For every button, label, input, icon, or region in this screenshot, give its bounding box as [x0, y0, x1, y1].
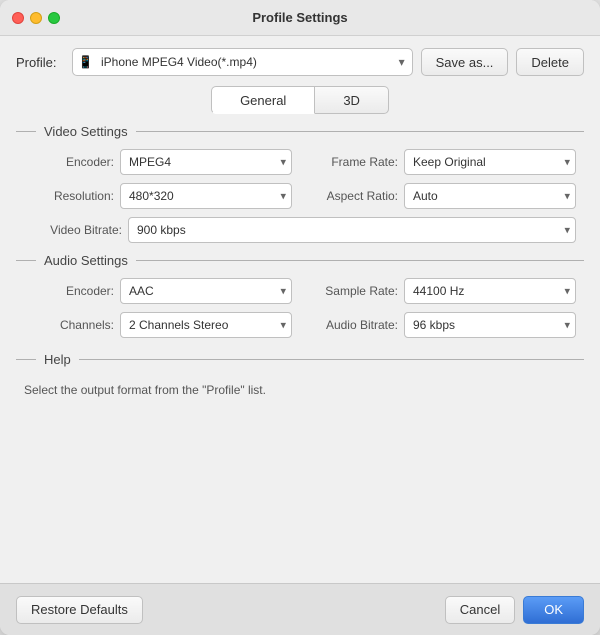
video-bitrate-select[interactable]: 900 kbps: [128, 217, 576, 243]
video-bitrate-label: Video Bitrate:: [32, 223, 122, 237]
audio-bitrate-label: Audio Bitrate:: [308, 318, 398, 332]
tab-3d[interactable]: 3D: [315, 86, 389, 114]
help-section-line-left: [16, 359, 36, 360]
aspect-ratio-field: Aspect Ratio: Auto: [308, 183, 576, 209]
delete-button[interactable]: Delete: [516, 48, 584, 76]
profile-settings-window: Profile Settings Profile: iPhone MPEG4 V…: [0, 0, 600, 635]
sample-rate-label: Sample Rate:: [308, 284, 398, 298]
restore-defaults-button[interactable]: Restore Defaults: [16, 596, 143, 624]
tab-general[interactable]: General: [211, 86, 315, 114]
main-content: Profile: iPhone MPEG4 Video(*.mp4) Save …: [0, 36, 600, 583]
aspect-ratio-select-wrapper: Auto: [404, 183, 576, 209]
sample-rate-field: Sample Rate: 44100 Hz: [308, 278, 576, 304]
encoder-label: Encoder:: [24, 155, 114, 169]
close-button[interactable]: [12, 12, 24, 24]
audio-section-line-left: [16, 260, 36, 261]
frame-rate-select-wrapper: Keep Original: [404, 149, 576, 175]
section-line-right: [136, 131, 584, 132]
audio-fields-grid: Encoder: AAC Sample Rate: 44100 Hz: [16, 278, 584, 338]
section-line-left: [16, 131, 36, 132]
sample-rate-select-wrapper: 44100 Hz: [404, 278, 576, 304]
audio-encoder-field: Encoder: AAC: [24, 278, 292, 304]
encoder-select[interactable]: MPEG4: [120, 149, 292, 175]
frame-rate-label: Frame Rate:: [308, 155, 398, 169]
titlebar: Profile Settings: [0, 0, 600, 36]
help-section: Help Select the output format from the "…: [16, 352, 584, 403]
audio-settings-section: Audio Settings Encoder: AAC Sample Rate:: [16, 253, 584, 338]
resolution-select-wrapper: 480*320: [120, 183, 292, 209]
maximize-button[interactable]: [48, 12, 60, 24]
help-header: Help: [16, 352, 584, 367]
channels-select[interactable]: 2 Channels Stereo: [120, 312, 292, 338]
cancel-button[interactable]: Cancel: [445, 596, 515, 624]
help-title: Help: [44, 352, 71, 367]
frame-rate-select[interactable]: Keep Original: [404, 149, 576, 175]
resolution-select[interactable]: 480*320: [120, 183, 292, 209]
audio-settings-title: Audio Settings: [44, 253, 128, 268]
bottom-bar: Restore Defaults Cancel OK: [0, 583, 600, 635]
profile-select-wrapper: iPhone MPEG4 Video(*.mp4): [72, 48, 413, 76]
aspect-ratio-label: Aspect Ratio:: [308, 189, 398, 203]
audio-bitrate-field: Audio Bitrate: 96 kbps: [308, 312, 576, 338]
channels-field: Channels: 2 Channels Stereo: [24, 312, 292, 338]
audio-encoder-select[interactable]: AAC: [120, 278, 292, 304]
audio-settings-header: Audio Settings: [16, 253, 584, 268]
video-settings-title: Video Settings: [44, 124, 128, 139]
save-as-button[interactable]: Save as...: [421, 48, 509, 76]
aspect-ratio-select[interactable]: Auto: [404, 183, 576, 209]
sample-rate-select[interactable]: 44100 Hz: [404, 278, 576, 304]
video-settings-section: Video Settings Encoder: MPEG4 Frame Rate…: [16, 124, 584, 243]
channels-select-wrapper: 2 Channels Stereo: [120, 312, 292, 338]
encoder-select-wrapper: MPEG4: [120, 149, 292, 175]
resolution-label: Resolution:: [24, 189, 114, 203]
profile-label: Profile:: [16, 55, 64, 70]
help-section-line-right: [79, 359, 584, 360]
help-text: Select the output format from the "Profi…: [16, 377, 584, 403]
ok-button[interactable]: OK: [523, 596, 584, 624]
audio-bitrate-select-wrapper: 96 kbps: [404, 312, 576, 338]
profile-row: Profile: iPhone MPEG4 Video(*.mp4) Save …: [16, 48, 584, 76]
frame-rate-field: Frame Rate: Keep Original: [308, 149, 576, 175]
video-fields-grid: Encoder: MPEG4 Frame Rate: Keep Original: [16, 149, 584, 209]
video-bitrate-field: Video Bitrate: 900 kbps: [16, 209, 584, 243]
audio-bitrate-select[interactable]: 96 kbps: [404, 312, 576, 338]
audio-encoder-select-wrapper: AAC: [120, 278, 292, 304]
minimize-button[interactable]: [30, 12, 42, 24]
audio-section-line-right: [136, 260, 584, 261]
profile-select[interactable]: iPhone MPEG4 Video(*.mp4): [72, 48, 413, 76]
channels-label: Channels:: [24, 318, 114, 332]
video-bitrate-select-wrapper: 900 kbps: [128, 217, 576, 243]
tabs-row: General 3D: [16, 86, 584, 114]
encoder-field: Encoder: MPEG4: [24, 149, 292, 175]
traffic-lights: [12, 12, 60, 24]
window-title: Profile Settings: [252, 10, 347, 25]
resolution-field: Resolution: 480*320: [24, 183, 292, 209]
video-settings-header: Video Settings: [16, 124, 584, 139]
audio-encoder-label: Encoder:: [24, 284, 114, 298]
